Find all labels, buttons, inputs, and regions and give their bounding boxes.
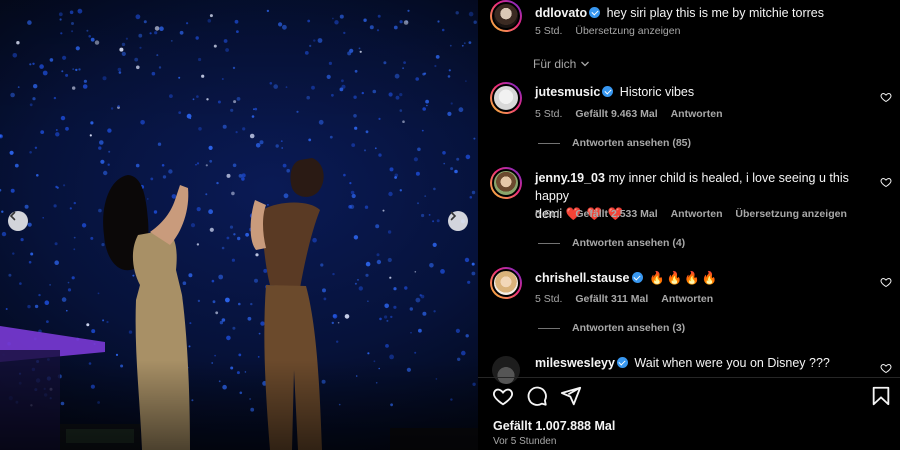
- caption-time: 5 Std.: [535, 25, 563, 37]
- caption-username[interactable]: ddlovato: [535, 6, 587, 20]
- comment-likes[interactable]: Gefällt 9.463 Mal: [575, 108, 657, 120]
- comment-4: mileswesleyy Wait when were you on Disne…: [535, 354, 830, 372]
- post-photo[interactable]: [0, 0, 478, 450]
- comment-username[interactable]: chrishell.stause: [535, 271, 630, 285]
- comment-time: 5 Std.: [535, 108, 563, 120]
- comment-avatar-jenny[interactable]: [490, 167, 522, 199]
- post-like-count[interactable]: Gefällt 1.007.888 Mal: [493, 419, 615, 433]
- comment-text: Historic vibes: [619, 85, 695, 99]
- comment-username[interactable]: jenny.19_03: [535, 171, 605, 185]
- verified-badge-icon: [589, 7, 601, 18]
- next-photo-button[interactable]: [448, 211, 468, 231]
- comment-filter-label: Für dich: [533, 57, 577, 71]
- verified-badge-icon: [616, 357, 628, 368]
- comment-likes[interactable]: Gefällt 2.533 Mal: [575, 208, 657, 220]
- caption-translate-link[interactable]: Übersetzung anzeigen: [575, 25, 680, 37]
- comment-username[interactable]: jutesmusic: [535, 85, 600, 99]
- comment-likes[interactable]: Gefällt 311 Mal: [575, 293, 648, 305]
- comment-2-meta: 5 Std. Gefällt 2.533 Mal Antworten Übers…: [535, 208, 857, 220]
- comment-time: 5 Std.: [535, 293, 563, 305]
- heart-icon[interactable]: [880, 91, 892, 103]
- reply-button[interactable]: Antworten: [671, 108, 723, 120]
- comment-3: chrishell.stause 🔥🔥🔥🔥: [535, 269, 719, 287]
- fire-emojis: 🔥🔥🔥🔥: [648, 271, 720, 285]
- view-replies-button[interactable]: Antworten ansehen (85): [538, 137, 691, 149]
- comment-avatar-miles[interactable]: [492, 356, 520, 384]
- chevron-right-icon: [450, 211, 457, 221]
- previous-photo-button[interactable]: [8, 211, 28, 231]
- chevron-left-icon: [9, 211, 16, 221]
- actions-divider: [478, 377, 900, 378]
- comment-avatar-chrishell[interactable]: [490, 267, 522, 299]
- share-icon[interactable]: [560, 385, 582, 407]
- heart-icon[interactable]: [880, 362, 892, 374]
- comment-icon[interactable]: [526, 385, 548, 407]
- chevron-down-icon: [580, 61, 589, 67]
- reply-button[interactable]: Antworten: [671, 208, 723, 220]
- comment-1: jutesmusic Historic vibes: [535, 83, 694, 101]
- photo-vignette: [0, 0, 478, 450]
- comment-time: 5 Std.: [535, 208, 563, 220]
- reply-button[interactable]: Antworten: [661, 293, 713, 305]
- heart-icon[interactable]: [880, 176, 892, 188]
- verified-badge-icon: [631, 272, 643, 283]
- comment-text: Wait when were you on Disney ???: [634, 356, 830, 370]
- view-replies-label: Antworten ansehen (85): [572, 137, 692, 149]
- heart-icon[interactable]: [492, 385, 514, 407]
- comment-username[interactable]: mileswesleyy: [535, 356, 615, 370]
- comment-filter-dropdown[interactable]: Für dich: [533, 57, 590, 71]
- view-replies-label: Antworten ansehen (4): [572, 237, 686, 249]
- view-replies-label: Antworten ansehen (3): [572, 322, 686, 334]
- comment-3-meta: 5 Std. Gefällt 311 Mal Antworten: [535, 293, 723, 305]
- author-avatar[interactable]: [490, 0, 522, 32]
- heart-icon[interactable]: [880, 276, 892, 288]
- translate-link[interactable]: Übersetzung anzeigen: [735, 208, 846, 220]
- view-replies-button[interactable]: Antworten ansehen (4): [538, 237, 685, 249]
- comment-avatar-jutesmusic[interactable]: [490, 82, 522, 114]
- comments-panel: ddlovato hey siri play this is me by mit…: [478, 0, 900, 450]
- caption: ddlovato hey siri play this is me by mit…: [535, 4, 824, 22]
- view-replies-button[interactable]: Antworten ansehen (3): [538, 322, 685, 334]
- caption-meta: 5 Std. Übersetzung anzeigen: [535, 25, 690, 37]
- caption-text: hey siri play this is me by mitchie torr…: [606, 6, 825, 20]
- bookmark-icon[interactable]: [870, 385, 892, 407]
- comment-1-meta: 5 Std. Gefällt 9.463 Mal Antworten: [535, 108, 733, 120]
- verified-badge-icon: [602, 86, 614, 97]
- post-timestamp: Vor 5 Stunden: [493, 436, 557, 447]
